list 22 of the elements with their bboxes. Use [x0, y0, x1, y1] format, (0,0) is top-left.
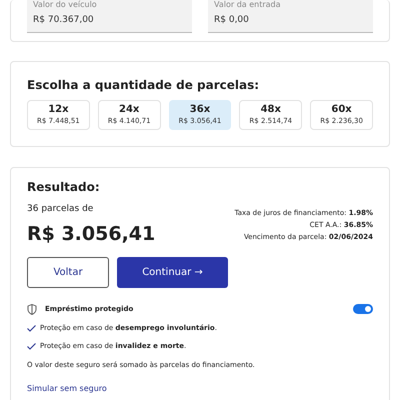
continue-button[interactable]: Continuar → — [117, 256, 228, 288]
installment-count: 48x — [260, 104, 282, 116]
input-field[interactable]: Valor do veículo R$ 70.367,00 — [27, 0, 192, 32]
shield-icon — [27, 304, 37, 315]
check-icon — [27, 343, 36, 350]
section-title: Escolha a quantidade de parcelas: — [27, 78, 260, 92]
field-value: R$ 70.367,00 — [33, 14, 95, 27]
installment-count: 12x — [47, 104, 70, 116]
section-title: Resultado: — [27, 180, 101, 195]
field-label: Valor da entrada — [214, 0, 282, 10]
back-button[interactable]: Voltar — [27, 256, 109, 288]
installment-count: 24x — [118, 104, 140, 116]
installments-label: 36 parcelas de — [27, 202, 94, 216]
toggle-switch[interactable] — [353, 304, 373, 314]
field-value: R$ 0,00 — [214, 14, 250, 27]
installment-count: 60x — [330, 104, 353, 116]
installment-count: 36x — [188, 104, 212, 116]
input-field[interactable]: Valor da entrada R$ 0,00 — [208, 0, 373, 32]
installment-value: R$ 3.056,41 — [27, 222, 156, 248]
field-label: Valor do veículo — [33, 0, 98, 10]
check-icon — [27, 324, 36, 332]
simulate-link[interactable]: Simular sem seguro — [27, 384, 107, 394]
